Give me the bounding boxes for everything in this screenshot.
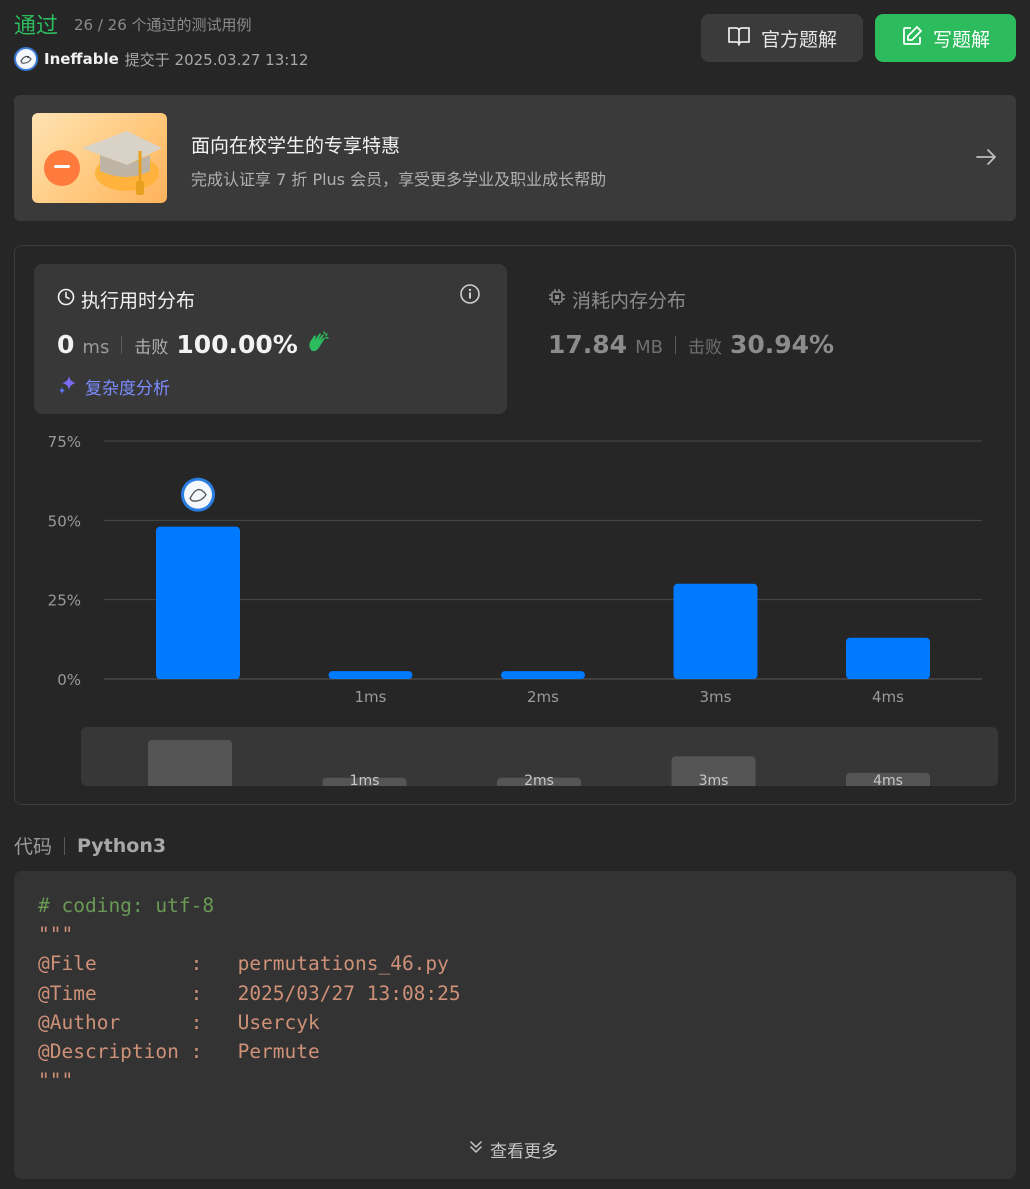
clock-icon	[57, 288, 75, 311]
student-promo-banner[interactable]: 面向在校学生的专享特惠 完成认证享 7 折 Plus 会员，享受更多学业及职业成…	[14, 95, 1016, 221]
code-content: # coding: utf-8 """ @File : permutations_4…	[38, 891, 461, 1095]
clap-icon	[306, 331, 330, 357]
chart-bar[interactable]	[156, 526, 240, 679]
y-tick-label: 0%	[57, 671, 81, 689]
y-tick-label: 75%	[48, 433, 81, 451]
minimap-label: 2ms	[524, 773, 554, 786]
complexity-label: 复杂度分析	[85, 379, 170, 399]
promo-subtitle: 完成认证享 7 折 Plus 会员，享受更多学业及职业成长帮助	[191, 170, 607, 189]
status-title: 通过	[14, 14, 59, 39]
code-line: # coding: utf-8	[38, 894, 215, 917]
runtime-unit: ms	[82, 337, 110, 358]
y-tick-label: 25%	[48, 592, 81, 610]
see-more-label: 查看更多	[490, 1142, 558, 1162]
x-tick-label: 2ms	[527, 688, 559, 706]
user-avatar-marker	[181, 477, 215, 512]
sparkle-icon	[57, 373, 79, 400]
memory-stats: 17.84 MB 击败 30.94%	[548, 330, 834, 359]
runtime-title-text: 执行用时分布	[81, 290, 196, 312]
double-chevron-down-icon	[468, 1139, 484, 1160]
graduation-cap-image	[32, 113, 167, 203]
x-tick-label: 4ms	[872, 688, 904, 706]
code-line: """	[38, 923, 74, 947]
tests-count: 26 / 26 个通过的测试用例	[74, 16, 252, 34]
chip-icon	[548, 288, 566, 311]
memory-unit: MB	[635, 337, 663, 358]
runtime-stats: 0 ms 击败 100.00%	[57, 330, 330, 359]
submission-info: Ineffable 提交于 2025.03.27 13:12	[14, 47, 308, 71]
chart-range-navigator[interactable]: 1ms 2ms 3ms 4ms	[81, 727, 998, 786]
complexity-analysis-link[interactable]: 复杂度分析	[57, 373, 170, 400]
avatar[interactable]	[14, 47, 38, 71]
minimap-bar	[148, 740, 232, 786]
code-line: @Description : Permute	[38, 1040, 320, 1064]
avatar-face	[184, 480, 212, 509]
runtime-beat-value: 100.00%	[176, 330, 298, 359]
divider	[64, 836, 66, 855]
chart-bar[interactable]	[501, 671, 585, 679]
chart-bar[interactable]	[328, 671, 413, 679]
code-line: @Author : Usercyk	[38, 1010, 320, 1034]
arrow-right-icon[interactable]	[974, 145, 998, 173]
code-line: """	[38, 1069, 74, 1093]
username[interactable]: Ineffable	[44, 50, 119, 68]
write-solution-label: 写题解	[932, 28, 990, 51]
minimap-label: 1ms	[350, 773, 380, 786]
book-icon	[727, 25, 751, 52]
divider	[674, 335, 676, 354]
official-solution-label: 官方题解	[760, 28, 837, 51]
minimap-label: 4ms	[873, 773, 903, 786]
promo-title: 面向在校学生的专享特惠	[191, 135, 401, 157]
runtime-distribution-chart[interactable]: 75% 50% 25% 0% 1ms 2ms 3ms 4ms	[15, 421, 1015, 721]
code-language: Python3	[77, 834, 167, 857]
memory-title-text: 消耗内存分布	[572, 290, 687, 312]
memory-beat-label: 击败	[687, 338, 722, 358]
x-tick-label: 1ms	[355, 688, 387, 706]
code-header: 代码 Python3	[14, 832, 166, 859]
memory-beat-value: 30.94%	[729, 330, 835, 359]
runtime-title: 执行用时分布	[57, 286, 195, 313]
code-label: 代码	[14, 836, 53, 858]
code-line: @File : permutations_46.py	[38, 952, 449, 976]
runtime-panel[interactable]: 执行用时分布 0 ms 击败 100.00% 复杂度分析	[34, 264, 507, 414]
performance-card: 执行用时分布 0 ms 击败 100.00% 复杂度分析 消耗内存分布 17.8…	[14, 245, 1016, 805]
see-more-button[interactable]: 查看更多	[468, 1137, 558, 1162]
y-tick-label: 50%	[48, 512, 81, 530]
code-line: @Time : 2025/03/27 13:08:25	[38, 981, 461, 1005]
official-solution-button[interactable]: 官方题解	[701, 14, 863, 62]
chart-bar[interactable]	[673, 583, 758, 679]
edit-icon	[901, 25, 923, 52]
runtime-beat-label: 击败	[134, 338, 169, 358]
info-icon[interactable]	[459, 283, 481, 309]
memory-tab[interactable]: 消耗内存分布	[548, 286, 686, 313]
submitted-at: 提交于 2025.03.27 13:12	[124, 50, 309, 69]
minimap-label: 3ms	[699, 773, 729, 786]
divider	[121, 335, 123, 354]
memory-value: 17.84	[548, 330, 628, 359]
runtime-value: 0	[57, 330, 75, 359]
code-block[interactable]: # coding: utf-8 """ @File : permutations_4…	[14, 871, 1016, 1179]
x-tick-label: 3ms	[700, 688, 732, 706]
write-solution-button[interactable]: 写题解	[875, 14, 1016, 62]
chart-bar[interactable]	[846, 637, 930, 679]
